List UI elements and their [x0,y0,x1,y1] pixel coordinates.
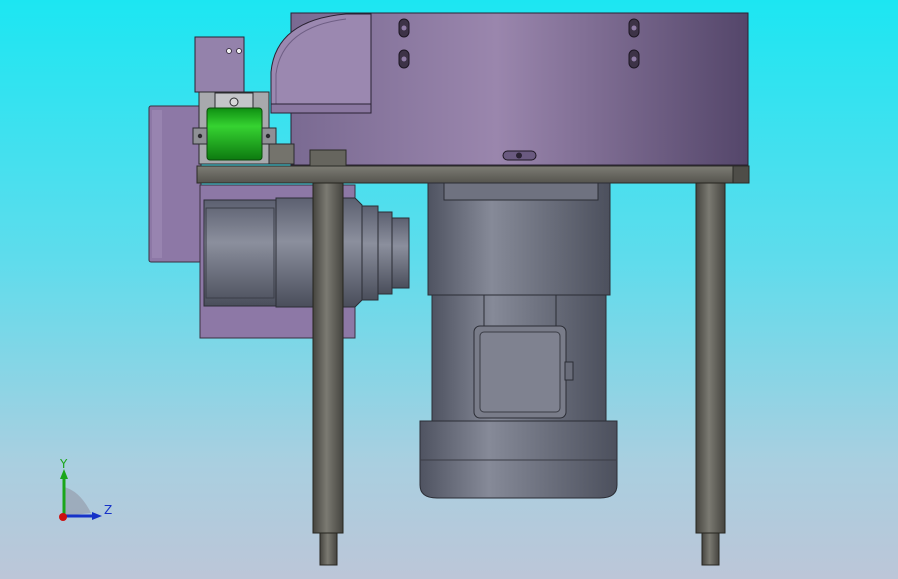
frame-leg-left[interactable] [312,182,344,566]
mounting-slot [398,49,410,69]
assembly-model[interactable] [0,0,898,579]
z-axis-arrow-icon [92,512,102,520]
main-motor[interactable] [419,182,618,499]
gear-motor[interactable] [203,197,410,308]
mounting-slot [628,18,640,38]
frame-leg-right[interactable] [695,182,726,566]
triad-plane [64,487,91,516]
cad-viewport[interactable]: Y Z [0,0,898,579]
x-axis-origin-icon [59,513,67,521]
orientation-triad: Y Z [59,457,112,521]
z-axis-label: Z [104,503,112,517]
drain-slot [502,150,537,161]
mounting-slot [628,49,640,69]
blower-housing[interactable] [270,12,749,166]
y-axis-label: Y [59,457,68,471]
mounting-slot [398,18,410,38]
mounting-bracket[interactable] [194,36,245,93]
